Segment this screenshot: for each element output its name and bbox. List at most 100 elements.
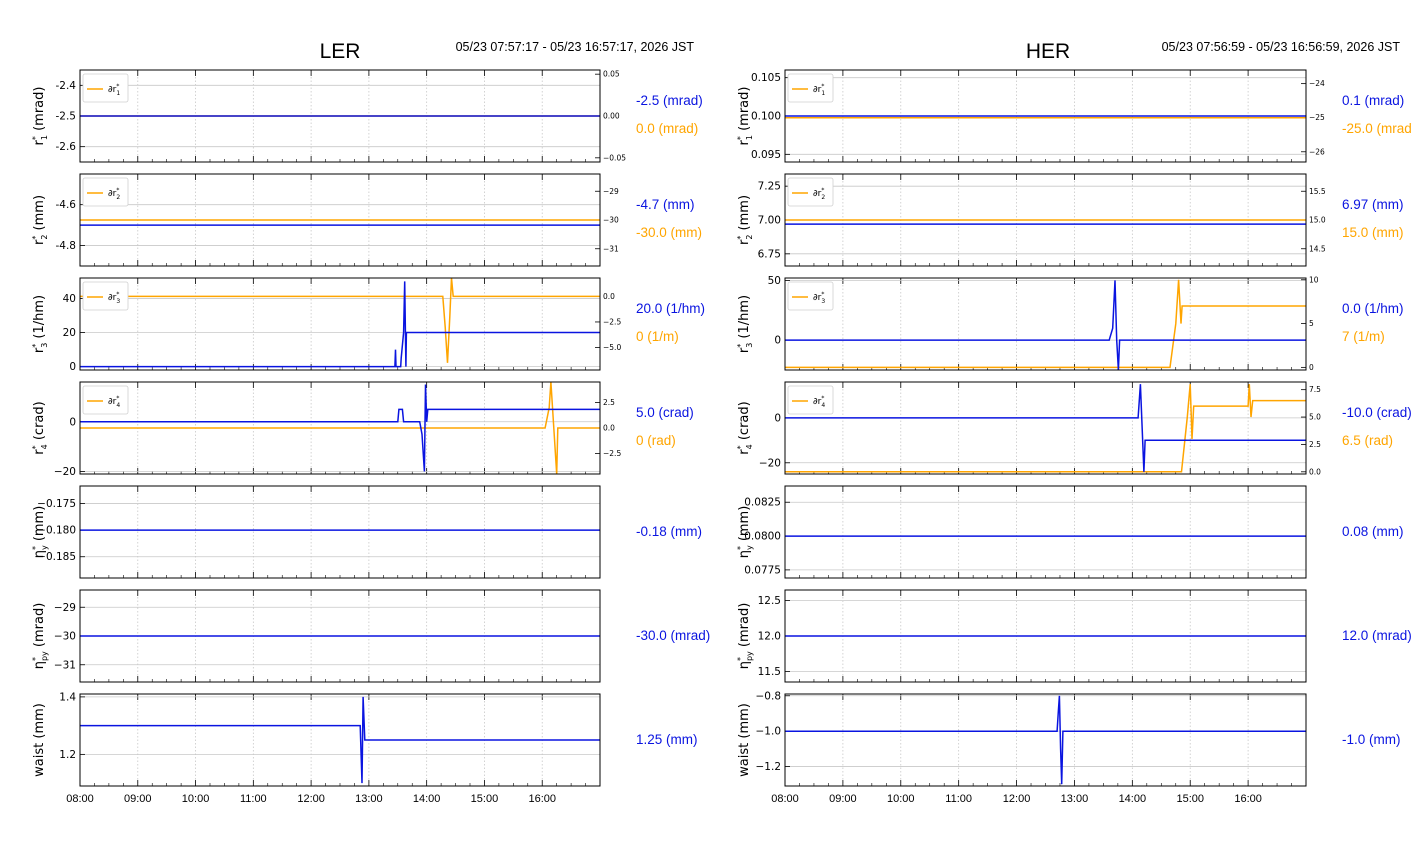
panel-1: -2.4 -2.5 -2.6 0.05 0.00 −0.05 ∂r* 1 r*1 (mrad) -… <box>31 69 703 163</box>
panel-3: 5001050∂r* 3r*3 (1/hm) 0.0 (1/hm)7 (1/m) <box>736 275 1404 372</box>
y2-tick-label: −5.0 <box>603 343 621 352</box>
y-axis-label: η*y (mm) <box>31 506 49 559</box>
legend-label: ∂r* 4 <box>813 395 825 409</box>
y2-tick-label: 0 <box>1309 363 1314 372</box>
x-tick-label: 15:00 <box>471 793 499 805</box>
legend-box <box>82 385 129 415</box>
current-value-secondary: 0 (1/m) <box>636 329 679 344</box>
plot-frame <box>784 485 1307 579</box>
legend: ∂r* 1 <box>82 73 129 103</box>
y-tick-label: 6.75 <box>758 248 781 260</box>
current-value-primary: 12.0 (mrad) <box>1342 628 1412 643</box>
current-value-primary: -4.7 (mm) <box>636 197 695 212</box>
legend-box <box>787 73 834 103</box>
panel-6: −29 −30 −31 η*py (mrad) -30.0 (mrad) <box>31 589 710 683</box>
y-tick-label: 12.5 <box>758 595 781 607</box>
panel-4: 0 −20 7.5 5.0 2.5 0.0 ∂r* 4 r*4 (crad) -10.0 (cra… <box>736 381 1412 476</box>
y-axis-label: r*3 (1/hm) <box>736 295 754 353</box>
y-axis-label: waist (mm) <box>737 703 752 777</box>
y-tick-label: −30 <box>54 631 76 643</box>
current-value-primary: 20.0 (1/hm) <box>636 301 705 316</box>
y-axis-label: r*4 (crad) <box>31 401 49 454</box>
time-range: 05/23 07:56:59 - 05/23 16:56:59, 2026 JS… <box>1162 40 1401 54</box>
current-value-primary: 0.1 (mrad) <box>1342 93 1404 108</box>
y-tick-label: 0 <box>774 335 781 347</box>
y2-tick-label: 10 <box>1309 275 1319 284</box>
plot-frame <box>784 277 1307 371</box>
y-axis-label: r*4 (crad) <box>736 401 754 454</box>
y2-tick-label: 5.0 <box>1309 413 1321 422</box>
y-axis-label: r*3 (1/hm) <box>31 295 49 353</box>
plot-frame <box>79 277 601 371</box>
secondary-series-line <box>80 382 600 474</box>
legend-label: ∂r* 3 <box>108 291 120 305</box>
y-tick-label: 12.0 <box>758 631 781 643</box>
y-tick-label: 0.105 <box>751 72 781 84</box>
current-value-primary: 5.0 (crad) <box>636 405 694 420</box>
y2-tick-label: 7.5 <box>1309 385 1321 394</box>
y-tick-label: 50 <box>768 275 781 287</box>
current-value-secondary: -25.0 (mrad) <box>1342 121 1412 136</box>
y-tick-label: 11.5 <box>758 666 781 678</box>
y2-tick-label: 0.0 <box>603 424 615 433</box>
panel-5: −0.175−0.180−0.185η*y (mm) -0.18 (mm) <box>31 485 702 579</box>
legend-label: ∂r* 3 <box>813 291 825 305</box>
y-tick-label: -4.6 <box>56 199 77 211</box>
legend: ∂r* 3 <box>787 281 834 311</box>
y-tick-label: 1.4 <box>59 691 76 703</box>
primary-series-line <box>785 695 1306 785</box>
legend-label: ∂r* 1 <box>813 83 825 97</box>
plot-frame <box>784 381 1307 475</box>
x-tick-label: 11:00 <box>945 793 972 805</box>
y-axis-label: η*y (mm) <box>736 506 754 559</box>
panel-5: 0.08250.08000.0775η*y (mm) 0.08 (mm) <box>736 485 1404 579</box>
optics-monitor-figure: LER 05/23 07:57:17 - 05/23 16:57:17, 2026… <box>31 40 1412 805</box>
y-tick-label: -2.4 <box>56 80 77 92</box>
y-tick-label: 0.0775 <box>744 564 781 576</box>
y-tick-label: 0 <box>69 416 76 428</box>
y-axis-label: η*py (mrad) <box>31 603 49 670</box>
y2-tick-label: 0.0 <box>603 292 615 301</box>
legend-box <box>787 385 834 415</box>
y-axis-label: r*1 (mrad) <box>736 87 754 146</box>
legend: ∂r* 4 <box>787 385 834 415</box>
chart-title: LER <box>320 40 361 63</box>
current-value-primary: 0.0 (1/hm) <box>1342 301 1404 316</box>
ler-chart: LER 05/23 07:57:17 - 05/23 16:57:17, 2026… <box>31 40 710 805</box>
legend-label: ∂r* 2 <box>108 187 120 201</box>
plot-frame <box>79 485 601 579</box>
y-tick-label: −0.8 <box>756 690 782 702</box>
current-value-primary: 1.25 (mm) <box>636 732 698 747</box>
current-value-secondary: 15.0 (mm) <box>1342 225 1404 240</box>
y-axis-label: waist (mm) <box>32 703 47 777</box>
x-tick-label: 14:00 <box>1119 793 1147 805</box>
y-tick-label: −20 <box>759 457 781 469</box>
y-tick-label: 7.00 <box>758 215 781 227</box>
x-tick-label: 15:00 <box>1176 793 1204 805</box>
y-tick-label: −29 <box>54 602 76 614</box>
y2-tick-label: 2.5 <box>603 398 615 407</box>
y-tick-label: -2.5 <box>56 111 77 123</box>
y-tick-label: −1.0 <box>756 726 782 738</box>
y2-tick-label: 0.0 <box>1309 467 1321 476</box>
y2-tick-label: −2.5 <box>603 317 621 326</box>
current-value-primary: -0.18 (mm) <box>636 524 702 539</box>
y2-tick-label: 15.5 <box>1309 187 1326 196</box>
panel-3: 40 20 0 0.0 −2.5 −5.0 ∂r* 3 r*3 (1/hm) 20.0 (1/hm… <box>31 277 705 373</box>
y-tick-label: 0.095 <box>751 149 781 161</box>
y2-tick-label: −30 <box>603 216 619 225</box>
y-tick-label: 0 <box>69 361 76 373</box>
legend-label: ∂r* 4 <box>108 395 120 409</box>
primary-series-line <box>80 281 600 368</box>
secondary-series-line <box>785 384 1306 473</box>
x-tick-label: 14:00 <box>413 793 441 805</box>
legend: ∂r* 4 <box>82 385 129 415</box>
x-tick-label: 10:00 <box>887 793 915 805</box>
y2-tick-label: 15.0 <box>1309 216 1326 225</box>
legend-box <box>82 281 129 311</box>
y-axis-label: r*2 (mm) <box>31 195 49 245</box>
panel-4: 0 −20 2.5 0.0 −2.5 ∂r* 4 r*4 (crad) 5.0 (crad) 0 … <box>31 381 694 478</box>
primary-series-line <box>80 696 600 784</box>
x-tick-label: 09:00 <box>829 793 857 805</box>
legend: ∂r* 2 <box>787 177 834 207</box>
